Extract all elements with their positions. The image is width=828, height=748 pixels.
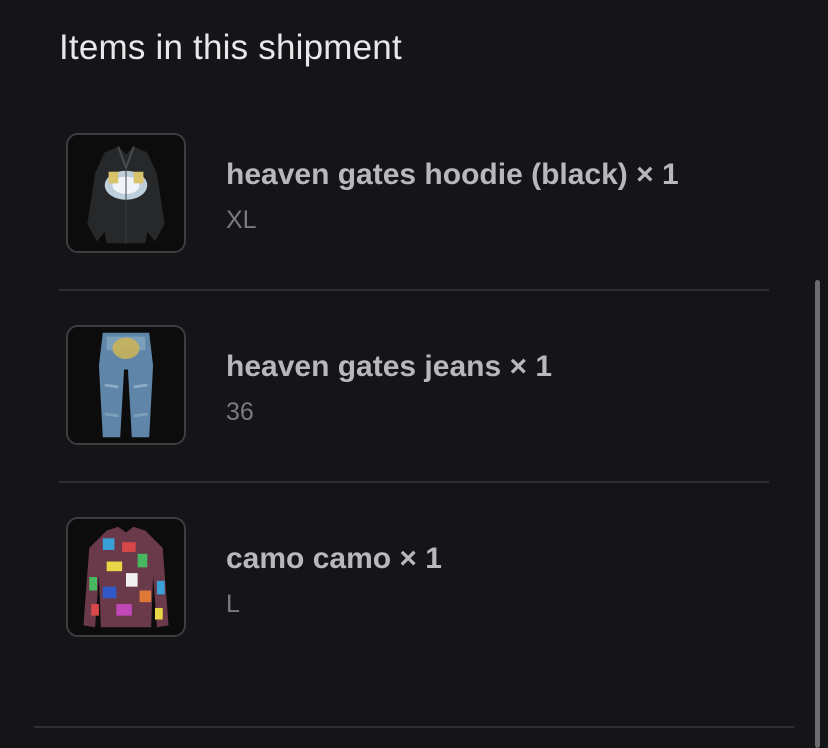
jeans-image (66, 325, 186, 445)
item-divider (59, 481, 769, 483)
shipment-items-panel: Items in this shipment heaven gates hood… (0, 0, 828, 748)
sweater-image (66, 517, 186, 637)
item-variant: L (226, 590, 240, 618)
item-divider (59, 289, 769, 291)
section-title: Items in this shipment (59, 28, 402, 67)
item-name: heaven gates hoodie (black) × 1 (226, 158, 679, 191)
shipment-item[interactable]: heaven gates hoodie (black) × 1 XL (59, 100, 769, 292)
scrollbar[interactable] (812, 270, 822, 748)
item-variant: XL (226, 206, 257, 234)
item-name: camo camo × 1 (226, 542, 442, 575)
shipment-item[interactable]: camo camo × 1 L (59, 484, 769, 676)
hoodie-image (66, 133, 186, 253)
shipment-item[interactable]: heaven gates jeans × 1 36 (59, 292, 769, 484)
item-variant: 36 (226, 398, 254, 426)
scrollbar-thumb[interactable] (815, 280, 820, 748)
item-name: heaven gates jeans × 1 (226, 350, 553, 383)
section-bottom-divider (34, 726, 794, 728)
